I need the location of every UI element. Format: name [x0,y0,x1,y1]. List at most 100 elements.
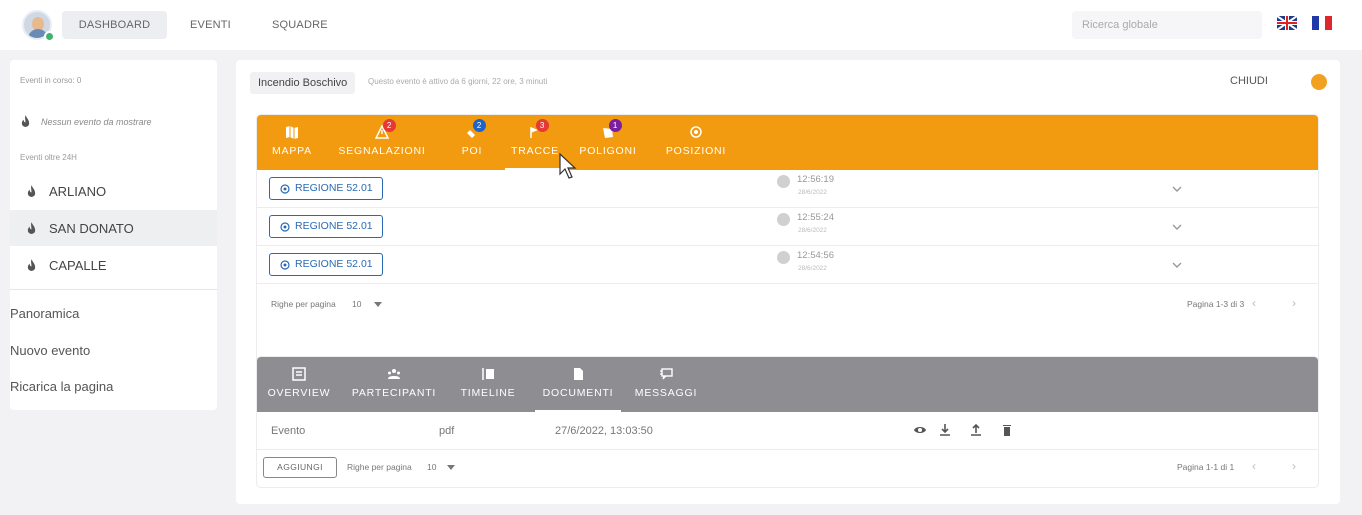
fire-icon [21,115,30,127]
sidebar-event-label: ARLIANO [49,183,107,199]
clock-icon [777,213,790,226]
link-panoramica[interactable]: Panoramica [10,306,79,321]
document-icon [574,368,583,380]
add-document-button[interactable]: AGGIUNGI [263,457,337,478]
document-name: Evento [271,425,306,437]
events-in-progress-label: Eventi in corso: 0 [20,76,82,85]
tab-label: POSIZIONI [665,145,727,157]
nav-dashboard[interactable]: DASHBOARD [62,11,167,39]
tab-messaggi[interactable]: MESSAGGI [631,357,701,412]
mouse-cursor-icon [559,152,577,179]
region-chip[interactable]: REGIONE 52.01 [269,177,383,200]
link-nuovo-evento[interactable]: Nuovo evento [10,343,90,358]
rows-per-page-select[interactable]: 10 [427,462,436,472]
map-tabs-bar: MAPPA 2 SEGNALAZIONI 2 POI 3 TRACCE 1 PO… [257,115,1318,170]
tab-overview[interactable]: OVERVIEW [267,357,331,412]
events-over-24h-label: Eventi oltre 24H [20,153,77,162]
tab-documenti[interactable]: DOCUMENTI [535,357,621,412]
event-status-dot [1311,74,1327,90]
track-icon: 3 [528,119,549,139]
prev-page-icon[interactable]: ‹ [1252,459,1256,473]
next-page-icon[interactable]: › [1292,459,1296,473]
chevron-down-icon[interactable] [1171,221,1183,233]
region-chip[interactable]: REGIONE 52.01 [269,215,383,238]
no-events-message: Nessun evento da mostrare [20,115,152,128]
view-icon[interactable] [913,423,927,437]
french-flag-icon[interactable] [1312,16,1333,30]
track-row[interactable]: REGIONE 52.01 12:56:19 28/6/2022 [257,170,1318,208]
track-row[interactable]: REGIONE 52.01 12:55:24 28/6/2022 [257,208,1318,246]
notification-badge: 3 [536,119,549,132]
tab-poligoni[interactable]: 1 POLIGONI [573,115,643,170]
upload-icon[interactable] [969,423,983,437]
caret-down-icon[interactable] [447,465,455,470]
event-status-text: Questo evento è attivo da 6 giorni, 22 o… [368,77,548,86]
table-footer: Righe per pagina 10 Pagina 1-3 di 3 ‹ › [257,287,1318,321]
overview-icon [292,367,306,381]
tab-timeline[interactable]: TIMELINE [457,357,519,412]
tab-posizioni[interactable]: POSIZIONI [663,115,729,170]
tab-tracce[interactable]: 3 TRACCE [505,115,565,170]
tab-label: POI [461,145,483,157]
map-layers-card: MAPPA 2 SEGNALAZIONI 2 POI 3 TRACCE 1 PO… [257,115,1318,380]
region-icon [280,259,290,270]
track-date: 28/6/2022 [798,227,827,234]
tab-label: OVERVIEW [267,387,331,399]
event-panel: Incendio Boschivo Questo evento è attivo… [236,60,1340,504]
caret-down-icon[interactable] [374,302,382,307]
fire-icon [27,221,36,234]
sidebar-event-arliano[interactable]: ARLIANO [10,173,217,209]
tab-partecipanti[interactable]: PARTECIPANTI [351,357,437,412]
prev-page-icon[interactable]: ‹ [1252,296,1256,310]
timeline-icon [482,368,494,380]
next-page-icon[interactable]: › [1292,296,1296,310]
tab-label: POLIGONI [579,145,637,157]
rows-per-page-label: Righe per pagina [271,299,336,309]
map-icon [286,126,298,139]
track-time: 12:54:56 [797,250,834,261]
link-ricarica-pagina[interactable]: Ricarica la pagina [10,379,113,394]
tab-segnalazioni[interactable]: 2 SEGNALAZIONI [337,115,427,170]
tab-poi[interactable]: 2 POI [457,115,487,170]
sidebar-event-capalle[interactable]: CAPALLE [10,247,217,283]
english-flag-icon[interactable] [1277,16,1297,30]
tab-label: MESSAGGI [634,387,698,399]
document-type: pdf [439,425,455,437]
close-event-button[interactable]: CHIUDI [1230,75,1268,87]
document-row[interactable]: Evento pdf 27/6/2022, 13:03:50 [257,412,1318,450]
sidebar-divider [10,289,217,290]
participants-icon [388,369,400,379]
tab-label: MAPPA [272,145,312,157]
track-time: 12:55:24 [797,212,834,223]
tab-label: SEGNALAZIONI [338,145,426,157]
nav-eventi[interactable]: EVENTI [190,11,231,39]
rows-per-page-label: Righe per pagina [347,462,412,472]
sidebar-event-label: SAN DONATO [49,220,134,236]
region-chip[interactable]: REGIONE 52.01 [269,253,383,276]
notification-badge: 2 [383,119,396,132]
event-details-card: OVERVIEW PARTECIPANTI TIMELINE DOCUMENTI… [257,357,1318,487]
sidebar-event-san-donato[interactable]: SAN DONATO [10,210,217,246]
chevron-down-icon[interactable] [1171,259,1183,271]
region-label: REGIONE 52.01 [295,182,373,194]
nav-squadre[interactable]: SQUADRE [272,11,328,39]
chevron-down-icon[interactable] [1171,183,1183,195]
global-search-input[interactable]: Ricerca globale [1072,11,1262,39]
rows-per-page-select[interactable]: 10 [352,299,361,309]
tab-label: TRACCE [511,145,559,157]
event-title: Incendio Boschivo [250,72,356,94]
online-status-dot [44,31,55,42]
track-date: 28/6/2022 [798,189,827,196]
download-icon[interactable] [938,423,952,437]
warning-icon: 2 [374,119,396,139]
tab-mappa[interactable]: MAPPA [271,115,313,170]
pagination-info: Pagina 1-3 di 3 [1187,299,1245,309]
fire-icon [27,184,36,197]
sidebar-event-label: CAPALLE [49,257,107,273]
clock-icon [777,175,790,188]
tab-label: DOCUMENTI [542,387,614,399]
track-row[interactable]: REGIONE 52.01 12:54:56 28/6/2022 [257,246,1318,284]
track-date: 28/6/2022 [798,265,827,272]
delete-icon[interactable] [1000,423,1014,437]
poi-icon: 2 [465,119,486,139]
